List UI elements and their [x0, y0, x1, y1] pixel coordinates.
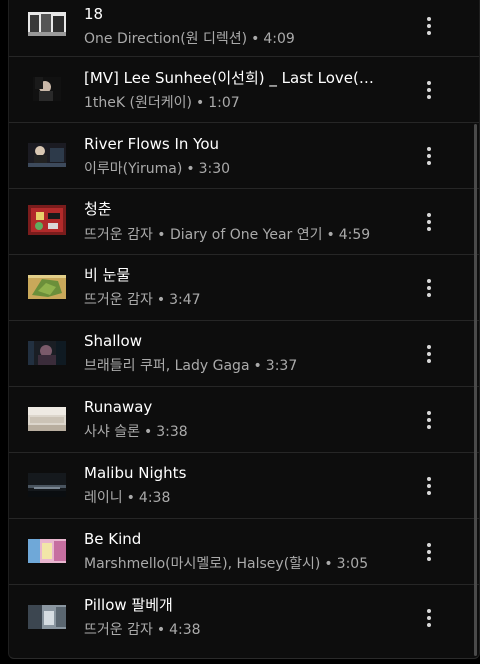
separator-dot: •	[156, 622, 166, 638]
more-vert-icon[interactable]	[421, 276, 437, 300]
song-row[interactable]: Be Kind Marshmello(마시멜로), Halsey(할시) • 3:0…	[9, 519, 479, 585]
separator-dot: •	[126, 490, 135, 506]
more-vert-icon[interactable]	[421, 474, 437, 498]
song-duration: 3:37	[265, 358, 298, 374]
song-row[interactable]: 청춘 뜨거운 감자 • Diary of One Year 연기 • 4:59	[9, 189, 479, 255]
song-subtitle: Marshmello(마시멜로), Halsey(할시) • 3:05	[84, 555, 449, 573]
song-duration: 4:38	[169, 622, 201, 638]
song-row[interactable]: River Flows In You 이루마(Yiruma) • 3:30	[9, 123, 479, 189]
song-subtitle: 뜨거운 감자 • 3:47	[84, 291, 449, 309]
separator-dot: •	[156, 292, 166, 308]
song-duration: 3:47	[169, 292, 201, 308]
song-thumbnail	[33, 77, 61, 101]
song-row[interactable]: 비 눈물 뜨거운 감자 • 3:47	[9, 255, 479, 321]
more-vert-icon[interactable]	[421, 14, 437, 38]
song-title: Pillow 팔베개	[84, 596, 173, 614]
song-row[interactable]: [MV] Lee Sunhee(이선희) _ Last Love(끝… 1the…	[9, 57, 479, 123]
more-vert-icon[interactable]	[421, 78, 437, 102]
song-thumbnail	[28, 205, 66, 235]
song-title: 18	[84, 5, 104, 23]
song-list-panel: 18 One Direction(원 디렉션) • 4:09 [MV] Lee Su…	[8, 0, 480, 659]
more-vert-icon[interactable]	[421, 210, 437, 234]
song-artist: 1theK (원더케이)	[84, 95, 192, 111]
song-thumbnail	[28, 341, 66, 365]
more-vert-icon[interactable]	[421, 408, 437, 432]
separator-dot: •	[253, 358, 262, 374]
song-artist: 뜨거운 감자 • Diary of One Year 연기	[84, 227, 323, 243]
more-vert-icon[interactable]	[421, 342, 437, 366]
song-artist: Marshmello(마시멜로), Halsey(할시)	[84, 556, 321, 572]
song-thumbnail	[28, 143, 66, 167]
separator-dot: •	[195, 95, 205, 111]
song-subtitle: 사샤 슬론 • 3:38	[84, 423, 449, 441]
song-row[interactable]: 18 One Direction(원 디렉션) • 4:09	[9, 0, 479, 57]
song-duration: 3:30	[198, 161, 231, 177]
song-thumbnail	[28, 12, 66, 36]
song-subtitle: One Direction(원 디렉션) • 4:09	[84, 30, 449, 48]
song-artist: 사샤 슬론	[84, 424, 140, 440]
more-vert-icon[interactable]	[421, 540, 437, 564]
song-title: River Flows In You	[84, 135, 220, 153]
song-row[interactable]: Malibu Nights 레이니 • 4:38	[9, 453, 479, 519]
song-duration: 4:38	[138, 490, 171, 506]
song-thumbnail	[28, 539, 66, 563]
more-vert-icon[interactable]	[421, 606, 437, 630]
song-artist: One Direction(원 디렉션)	[84, 31, 248, 47]
more-vert-icon[interactable]	[421, 144, 437, 168]
song-list: 18 One Direction(원 디렉션) • 4:09 [MV] Lee Su…	[9, 0, 479, 650]
song-artist: 레이니	[84, 490, 123, 506]
song-thumbnail	[28, 407, 66, 431]
scrollbar[interactable]	[474, 124, 477, 656]
song-duration: 3:05	[336, 556, 369, 572]
separator-dot: •	[324, 556, 333, 572]
song-title: 비 눈물	[84, 266, 131, 284]
song-title: Shallow	[84, 332, 143, 350]
song-artist: 브래들리 쿠퍼, Lady Gaga	[84, 358, 250, 374]
song-title: Be Kind	[84, 530, 142, 548]
song-artist: 이루마(Yiruma)	[84, 161, 183, 177]
song-title: 청춘	[84, 200, 112, 218]
song-thumbnail	[28, 473, 66, 497]
song-row[interactable]: Pillow 팔베개 뜨거운 감자 • 4:38	[9, 585, 479, 650]
song-title: Runaway	[84, 398, 153, 416]
song-subtitle: 뜨거운 감자 • Diary of One Year 연기 • 4:59	[84, 226, 449, 244]
song-title: Malibu Nights	[84, 464, 187, 482]
song-duration: 4:09	[263, 31, 295, 47]
song-subtitle: 레이니 • 4:38	[84, 489, 449, 507]
song-row[interactable]: Shallow 브래들리 쿠퍼, Lady Gaga • 3:37	[9, 321, 479, 387]
song-thumbnail	[28, 605, 66, 629]
separator-dot: •	[326, 227, 335, 243]
song-duration: 1:07	[208, 95, 240, 111]
separator-dot: •	[186, 161, 195, 177]
song-thumbnail	[28, 275, 66, 299]
song-row[interactable]: Runaway 사샤 슬론 • 3:38	[9, 387, 479, 453]
separator-dot: •	[251, 31, 260, 47]
song-title: [MV] Lee Sunhee(이선희) _ Last Love(끝…	[84, 69, 385, 87]
song-duration: 4:59	[338, 227, 371, 243]
song-artist: 뜨거운 감자	[84, 292, 153, 308]
separator-dot: •	[143, 424, 153, 440]
song-subtitle: 1theK (원더케이) • 1:07	[84, 94, 449, 112]
song-duration: 3:38	[156, 424, 188, 440]
song-subtitle: 이루마(Yiruma) • 3:30	[84, 160, 449, 178]
song-subtitle: 브래들리 쿠퍼, Lady Gaga • 3:37	[84, 357, 449, 375]
app-frame: 18 One Direction(원 디렉션) • 4:09 [MV] Lee Su…	[0, 0, 480, 664]
song-artist: 뜨거운 감자	[84, 622, 153, 638]
song-subtitle: 뜨거운 감자 • 4:38	[84, 621, 449, 639]
